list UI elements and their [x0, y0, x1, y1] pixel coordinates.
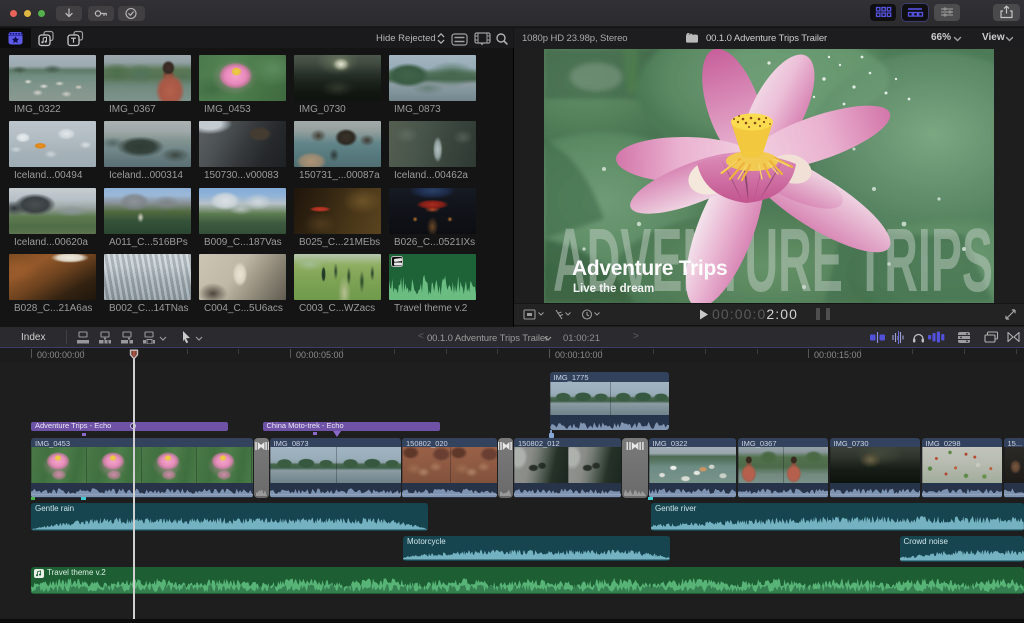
svg-text:Adventure Trips: Adventure Trips: [572, 257, 727, 280]
svg-text:Live the dream: Live the dream: [573, 283, 654, 295]
